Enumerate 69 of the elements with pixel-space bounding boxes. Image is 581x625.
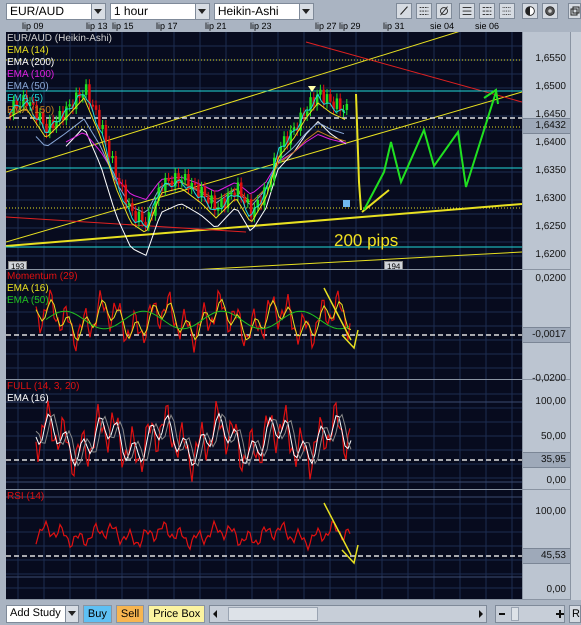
buy-button[interactable]: Buy (82, 604, 112, 622)
axis-value: 1,6400 (534, 136, 567, 150)
date-label: sie 06 (475, 22, 500, 32)
axis-value: 100,00 (534, 395, 567, 409)
vertical-scrollbar[interactable] (570, 32, 581, 600)
axis-value: 35,95 (523, 452, 570, 468)
legend-label: EMA (16) (7, 393, 50, 405)
caret-icon (302, 8, 310, 14)
axis-value: 0,00 (546, 583, 567, 597)
symbol-dropdown[interactable]: EUR/AUD (6, 2, 106, 20)
axis-value: -0,0200 (531, 372, 567, 386)
date-label: lip 23 (250, 22, 272, 32)
square-marker-icon (343, 200, 350, 207)
chart-type-dropdown[interactable]: Heikin-Ashi (214, 2, 314, 20)
interval-dropdown[interactable]: 1 hour (110, 2, 210, 20)
legend-label: EMA (50) (7, 81, 50, 93)
window-icon[interactable] (568, 3, 581, 19)
pricebox-button[interactable]: Price Box (148, 604, 206, 622)
date-label: sie 04 (430, 22, 454, 32)
horizontal-scrollbar[interactable] (209, 604, 488, 622)
date-label: lip 17 (156, 22, 178, 32)
legend-label: EMA (14) (7, 45, 50, 57)
axis-value: 1,6250 (534, 220, 567, 234)
date-label: lip 21 (205, 22, 227, 32)
triangle-marker-icon (308, 86, 316, 92)
bar-number: 193 (8, 261, 28, 269)
axis-value: 100,00 (534, 505, 567, 519)
legend-label: RSI (14) (7, 491, 44, 503)
legend-label: Momentum (29) (7, 271, 78, 283)
axis-value: 45,53 (523, 548, 570, 564)
date-label: lip 27 (315, 22, 337, 32)
axis-value: 50,00 (540, 430, 567, 444)
axis-value: 1,6550 (534, 52, 567, 66)
date-label: lip 29 (339, 22, 361, 32)
axis-value: 1,6432 (523, 118, 570, 134)
dashed-grid-icon[interactable] (479, 3, 496, 19)
axis-value: 1,6450 (534, 108, 567, 121)
axis-value: -0,0017 (523, 327, 570, 343)
arrow-drawing (323, 502, 359, 565)
add-study-dropdown[interactable]: Add Study (6, 604, 79, 622)
bar-number: 194 (384, 261, 404, 269)
legend-label: EMA (50) (7, 295, 50, 307)
annotation-text: 200 pips (334, 230, 398, 252)
date-label: lip 09 (22, 22, 44, 32)
axis-value: 1,6500 (534, 80, 567, 94)
caret-icon (198, 8, 206, 14)
caret-icon (94, 8, 102, 14)
legend-label: EUR/AUD (Heikin-Ashi) (7, 33, 112, 45)
axis-value: 1,6200 (534, 248, 567, 262)
axis-value: 1,6300 (534, 192, 567, 206)
axis-value: 0,0200 (534, 272, 567, 286)
axis-value: 0,00 (546, 474, 567, 488)
horizontal-lines-icon[interactable] (416, 3, 432, 19)
legend-label: EMA (100) (7, 69, 56, 81)
dotted-grid-icon[interactable] (499, 3, 516, 19)
legend-label: EMA (16) (7, 283, 50, 295)
sell-button[interactable]: Sell (116, 604, 144, 622)
date-label: lip 31 (383, 22, 405, 32)
scrollbar-thumb[interactable] (228, 606, 318, 620)
legend-label: EMA (200) (7, 57, 56, 69)
axis-value: 1,6350 (534, 164, 567, 178)
legend-label: FULL (14, 3, 20) (7, 381, 80, 393)
reset-button[interactable]: R (569, 604, 581, 622)
caret-icon (68, 611, 76, 616)
date-label: lip 13 (86, 22, 108, 32)
line-tool-icon[interactable] (396, 3, 412, 19)
date-label: lip 15 (112, 22, 134, 32)
arrow-drawing (323, 287, 359, 350)
grid-lines-icon[interactable] (459, 3, 476, 19)
